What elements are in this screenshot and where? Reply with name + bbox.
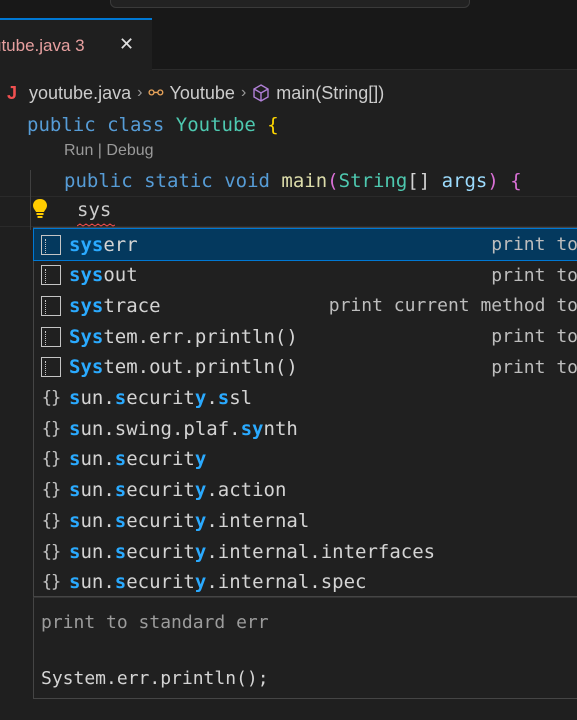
tab-strip: utube.java 3 ✕	[0, 18, 577, 70]
suggestion-item[interactable]: {} sun.swing.plaf.synth	[34, 413, 577, 444]
details-snippet: System.err.println();	[41, 668, 269, 689]
java-file-icon: J	[7, 82, 18, 103]
chevron-right-icon: ›	[137, 84, 143, 101]
editor-bottom	[0, 699, 577, 720]
suggestion-item[interactable]: {} sun.security.action	[34, 475, 577, 506]
code-line-main-decl[interactable]: public static void main(String[] args) {	[64, 166, 522, 197]
chevron-right-icon: ›	[240, 84, 247, 101]
suggestion-label: sun.swing.plaf.synth	[69, 417, 298, 440]
breadcrumb: J youtube.java › ⚯ Youtube › main(String…	[0, 78, 577, 108]
suggestion-label: System.out.println()	[69, 356, 298, 379]
suggestion-item[interactable]: systrace print current method to	[34, 290, 577, 321]
module-icon: {}	[41, 510, 62, 531]
suggestion-item[interactable]: System.err.println() print to	[34, 321, 577, 352]
code-line-class-decl[interactable]: public class Youtube {	[27, 110, 279, 141]
module-icon: {}	[41, 572, 62, 593]
breadcrumb-method[interactable]: main(String[])	[276, 83, 384, 104]
keyword: public	[64, 170, 133, 192]
suggestion-label: sun.security.internal	[69, 509, 310, 532]
brace: {	[510, 170, 522, 192]
suggestion-label: sun.security.internal.interfaces	[69, 540, 436, 563]
suggestion-item[interactable]: System.out.println() print to	[34, 352, 577, 383]
suggestion-item[interactable]: {} sun.security.internal.interfaces	[34, 536, 577, 567]
indent-guide	[30, 170, 31, 230]
type-name: String	[338, 170, 408, 192]
lightbulb-icon[interactable]	[32, 198, 48, 220]
suggestion-item[interactable]: {} sun.security.internal	[34, 505, 577, 536]
suggest-details: print to standard err System.err.println…	[33, 597, 577, 699]
title-bar	[0, 0, 577, 18]
method-cube-icon	[253, 84, 269, 102]
paren: (	[327, 170, 339, 192]
suggestion-label: sysout	[69, 264, 138, 287]
breadcrumb-file[interactable]: youtube.java	[29, 83, 131, 104]
suggest-widget: syserr print to sysout print to systrace prin…	[33, 227, 577, 597]
paren: )	[487, 170, 499, 192]
suggestion-item[interactable]: sysout print to	[34, 260, 577, 291]
brace: {	[267, 114, 279, 136]
module-icon: {}	[41, 388, 62, 408]
keyword: public	[27, 114, 96, 136]
suggestion-label: sun.security.internal.spec	[69, 571, 367, 594]
array-brackets: []	[407, 170, 431, 192]
suggestion-detail: print to	[491, 234, 577, 255]
suggestion-label: systrace	[69, 294, 161, 317]
details-doc: print to standard err	[41, 612, 269, 633]
command-center[interactable]	[110, 0, 470, 8]
keyword: static	[144, 170, 213, 192]
typed-text[interactable]: sys	[77, 199, 111, 221]
codelens-run-debug[interactable]: Run | Debug	[64, 142, 154, 160]
breadcrumb-class[interactable]: Youtube	[170, 83, 235, 104]
module-icon: {}	[41, 541, 62, 562]
suggestion-item[interactable]: syserr print to	[33, 228, 577, 261]
suggestion-label: sun.security.action	[69, 479, 287, 502]
suggestion-detail: print to	[491, 356, 577, 378]
module-icon: {}	[41, 418, 62, 439]
tab-label: utube.java 3	[0, 36, 85, 55]
suggestion-label: sun.security	[69, 448, 207, 471]
snippet-icon	[40, 326, 62, 348]
snippet-icon	[40, 264, 62, 286]
close-icon[interactable]: ✕	[119, 34, 134, 55]
snippet-icon	[40, 356, 62, 378]
suggestion-item[interactable]: {} sun.security	[34, 444, 577, 475]
snippet-icon	[40, 295, 62, 317]
keyword: void	[224, 170, 270, 192]
class-name: Youtube	[175, 114, 256, 136]
suggestion-label: System.err.println()	[69, 325, 298, 348]
tab-youtube-java[interactable]: utube.java 3 ✕	[0, 18, 152, 70]
suggestion-detail: print to	[491, 264, 577, 286]
module-icon: {}	[41, 480, 62, 501]
suggestion-label: syserr	[69, 233, 138, 256]
keyword: class	[107, 114, 165, 136]
suggestion-item[interactable]: {} sun.security.internal.spec	[34, 567, 577, 598]
method-name: main	[281, 170, 328, 192]
class-icon: ⚯	[148, 82, 164, 103]
snippet-icon	[40, 234, 62, 256]
suggestion-item[interactable]: {} sun.security.ssl	[34, 383, 577, 414]
param-name: args	[441, 170, 488, 192]
suggestion-label: sun.security.ssl	[69, 387, 253, 409]
suggestion-detail: print to	[491, 326, 577, 348]
module-icon: {}	[41, 449, 62, 470]
suggestion-detail: print current method to	[328, 295, 577, 317]
